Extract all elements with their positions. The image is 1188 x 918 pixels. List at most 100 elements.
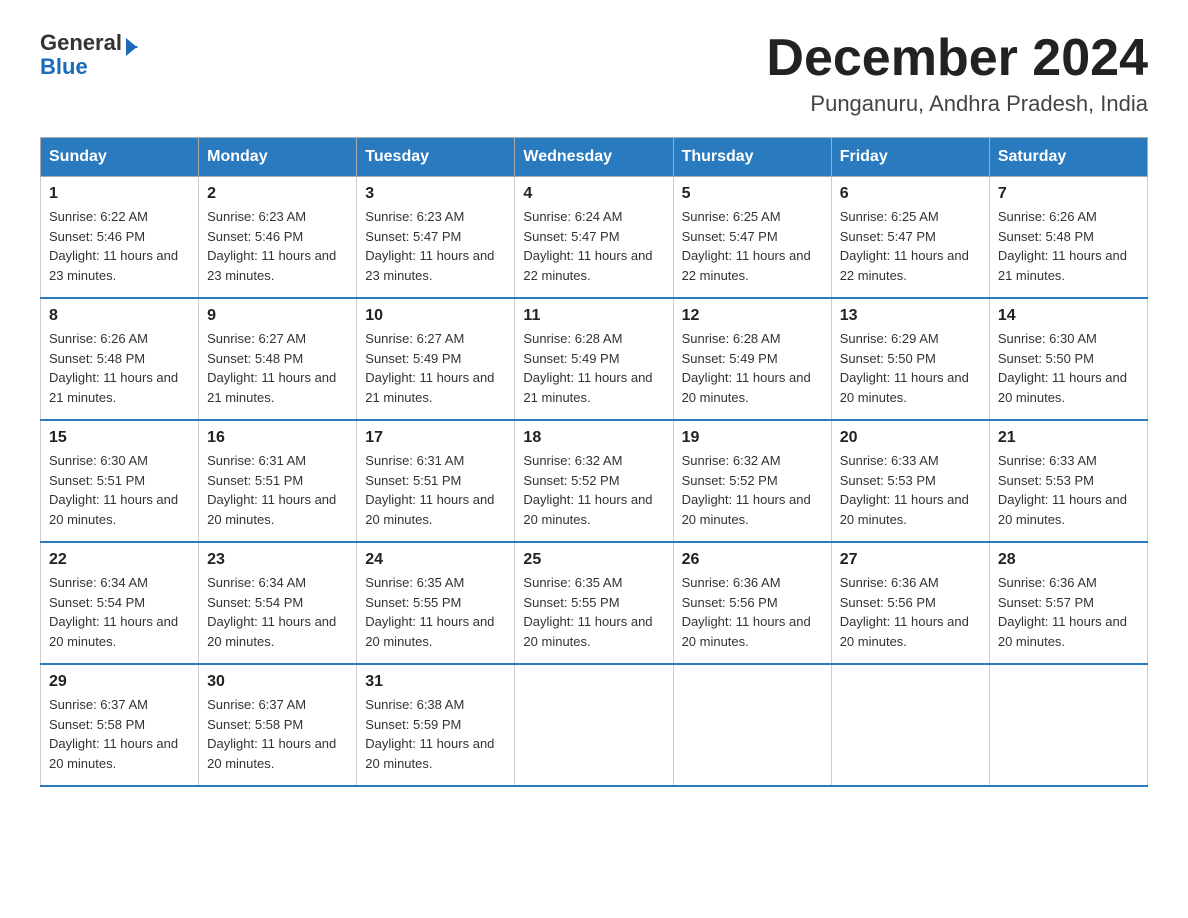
calendar-cell: 16 Sunrise: 6:31 AMSunset: 5:51 PMDaylig… [199,420,357,542]
day-number: 29 [49,673,190,691]
day-number: 16 [207,429,348,447]
calendar-cell: 14 Sunrise: 6:30 AMSunset: 5:50 PMDaylig… [989,298,1147,420]
week-row: 8 Sunrise: 6:26 AMSunset: 5:48 PMDayligh… [41,298,1148,420]
calendar-cell: 13 Sunrise: 6:29 AMSunset: 5:50 PMDaylig… [831,298,989,420]
day-info: Sunrise: 6:25 AMSunset: 5:47 PMDaylight:… [840,207,981,285]
calendar-cell: 7 Sunrise: 6:26 AMSunset: 5:48 PMDayligh… [989,177,1147,299]
day-info: Sunrise: 6:36 AMSunset: 5:56 PMDaylight:… [840,573,981,651]
calendar-cell: 27 Sunrise: 6:36 AMSunset: 5:56 PMDaylig… [831,542,989,664]
day-number: 30 [207,673,348,691]
calendar-cell: 8 Sunrise: 6:26 AMSunset: 5:48 PMDayligh… [41,298,199,420]
calendar-cell: 26 Sunrise: 6:36 AMSunset: 5:56 PMDaylig… [673,542,831,664]
day-info: Sunrise: 6:32 AMSunset: 5:52 PMDaylight:… [682,451,823,529]
day-info: Sunrise: 6:31 AMSunset: 5:51 PMDaylight:… [207,451,348,529]
day-number: 23 [207,551,348,569]
week-row: 29 Sunrise: 6:37 AMSunset: 5:58 PMDaylig… [41,664,1148,786]
calendar-cell: 9 Sunrise: 6:27 AMSunset: 5:48 PMDayligh… [199,298,357,420]
title-block: December 2024 Punganuru, Andhra Pradesh,… [766,30,1148,117]
calendar-cell: 18 Sunrise: 6:32 AMSunset: 5:52 PMDaylig… [515,420,673,542]
calendar-cell: 11 Sunrise: 6:28 AMSunset: 5:49 PMDaylig… [515,298,673,420]
calendar-cell: 3 Sunrise: 6:23 AMSunset: 5:47 PMDayligh… [357,177,515,299]
day-info: Sunrise: 6:36 AMSunset: 5:56 PMDaylight:… [682,573,823,651]
day-number: 1 [49,185,190,203]
day-info: Sunrise: 6:23 AMSunset: 5:47 PMDaylight:… [365,207,506,285]
calendar-subtitle: Punganuru, Andhra Pradesh, India [766,91,1148,117]
calendar-cell: 19 Sunrise: 6:32 AMSunset: 5:52 PMDaylig… [673,420,831,542]
calendar-cell: 15 Sunrise: 6:30 AMSunset: 5:51 PMDaylig… [41,420,199,542]
day-info: Sunrise: 6:26 AMSunset: 5:48 PMDaylight:… [998,207,1139,285]
day-info: Sunrise: 6:35 AMSunset: 5:55 PMDaylight:… [365,573,506,651]
day-number: 18 [523,429,664,447]
day-number: 26 [682,551,823,569]
calendar-cell: 6 Sunrise: 6:25 AMSunset: 5:47 PMDayligh… [831,177,989,299]
day-info: Sunrise: 6:27 AMSunset: 5:49 PMDaylight:… [365,329,506,407]
calendar-cell: 25 Sunrise: 6:35 AMSunset: 5:55 PMDaylig… [515,542,673,664]
calendar-cell: 31 Sunrise: 6:38 AMSunset: 5:59 PMDaylig… [357,664,515,786]
day-number: 17 [365,429,506,447]
calendar-cell: 5 Sunrise: 6:25 AMSunset: 5:47 PMDayligh… [673,177,831,299]
calendar-cell [515,664,673,786]
calendar-cell [831,664,989,786]
day-info: Sunrise: 6:37 AMSunset: 5:58 PMDaylight:… [49,695,190,773]
day-number: 19 [682,429,823,447]
calendar-cell: 12 Sunrise: 6:28 AMSunset: 5:49 PMDaylig… [673,298,831,420]
day-number: 14 [998,307,1139,325]
day-number: 8 [49,307,190,325]
day-info: Sunrise: 6:29 AMSunset: 5:50 PMDaylight:… [840,329,981,407]
day-number: 5 [682,185,823,203]
calendar-cell: 30 Sunrise: 6:37 AMSunset: 5:58 PMDaylig… [199,664,357,786]
calendar-cell [673,664,831,786]
day-number: 25 [523,551,664,569]
day-info: Sunrise: 6:34 AMSunset: 5:54 PMDaylight:… [207,573,348,651]
day-info: Sunrise: 6:27 AMSunset: 5:48 PMDaylight:… [207,329,348,407]
day-number: 3 [365,185,506,203]
logo-text-general: General [40,30,122,56]
day-number: 21 [998,429,1139,447]
day-number: 15 [49,429,190,447]
day-number: 27 [840,551,981,569]
day-number: 4 [523,185,664,203]
day-number: 12 [682,307,823,325]
day-info: Sunrise: 6:22 AMSunset: 5:46 PMDaylight:… [49,207,190,285]
day-info: Sunrise: 6:32 AMSunset: 5:52 PMDaylight:… [523,451,664,529]
day-info: Sunrise: 6:24 AMSunset: 5:47 PMDaylight:… [523,207,664,285]
page-header: General Blue December 2024 Punganuru, An… [40,30,1148,117]
weekday-header: Tuesday [357,138,515,177]
calendar-cell: 22 Sunrise: 6:34 AMSunset: 5:54 PMDaylig… [41,542,199,664]
day-number: 20 [840,429,981,447]
weekday-header: Friday [831,138,989,177]
calendar-cell [989,664,1147,786]
day-number: 13 [840,307,981,325]
calendar-cell: 4 Sunrise: 6:24 AMSunset: 5:47 PMDayligh… [515,177,673,299]
week-row: 1 Sunrise: 6:22 AMSunset: 5:46 PMDayligh… [41,177,1148,299]
calendar-cell: 20 Sunrise: 6:33 AMSunset: 5:53 PMDaylig… [831,420,989,542]
week-row: 15 Sunrise: 6:30 AMSunset: 5:51 PMDaylig… [41,420,1148,542]
weekday-header: Saturday [989,138,1147,177]
day-number: 24 [365,551,506,569]
day-number: 6 [840,185,981,203]
calendar-cell: 28 Sunrise: 6:36 AMSunset: 5:57 PMDaylig… [989,542,1147,664]
calendar-table: SundayMondayTuesdayWednesdayThursdayFrid… [40,137,1148,787]
day-number: 2 [207,185,348,203]
weekday-header: Thursday [673,138,831,177]
day-number: 7 [998,185,1139,203]
calendar-title: December 2024 [766,30,1148,87]
day-info: Sunrise: 6:30 AMSunset: 5:50 PMDaylight:… [998,329,1139,407]
day-info: Sunrise: 6:35 AMSunset: 5:55 PMDaylight:… [523,573,664,651]
day-info: Sunrise: 6:38 AMSunset: 5:59 PMDaylight:… [365,695,506,773]
day-info: Sunrise: 6:33 AMSunset: 5:53 PMDaylight:… [998,451,1139,529]
day-number: 10 [365,307,506,325]
day-number: 11 [523,307,664,325]
day-info: Sunrise: 6:28 AMSunset: 5:49 PMDaylight:… [682,329,823,407]
day-info: Sunrise: 6:31 AMSunset: 5:51 PMDaylight:… [365,451,506,529]
day-number: 22 [49,551,190,569]
day-info: Sunrise: 6:23 AMSunset: 5:46 PMDaylight:… [207,207,348,285]
day-info: Sunrise: 6:28 AMSunset: 5:49 PMDaylight:… [523,329,664,407]
calendar-cell: 29 Sunrise: 6:37 AMSunset: 5:58 PMDaylig… [41,664,199,786]
day-info: Sunrise: 6:25 AMSunset: 5:47 PMDaylight:… [682,207,823,285]
week-row: 22 Sunrise: 6:34 AMSunset: 5:54 PMDaylig… [41,542,1148,664]
day-info: Sunrise: 6:36 AMSunset: 5:57 PMDaylight:… [998,573,1139,651]
calendar-cell: 2 Sunrise: 6:23 AMSunset: 5:46 PMDayligh… [199,177,357,299]
calendar-cell: 24 Sunrise: 6:35 AMSunset: 5:55 PMDaylig… [357,542,515,664]
day-number: 9 [207,307,348,325]
